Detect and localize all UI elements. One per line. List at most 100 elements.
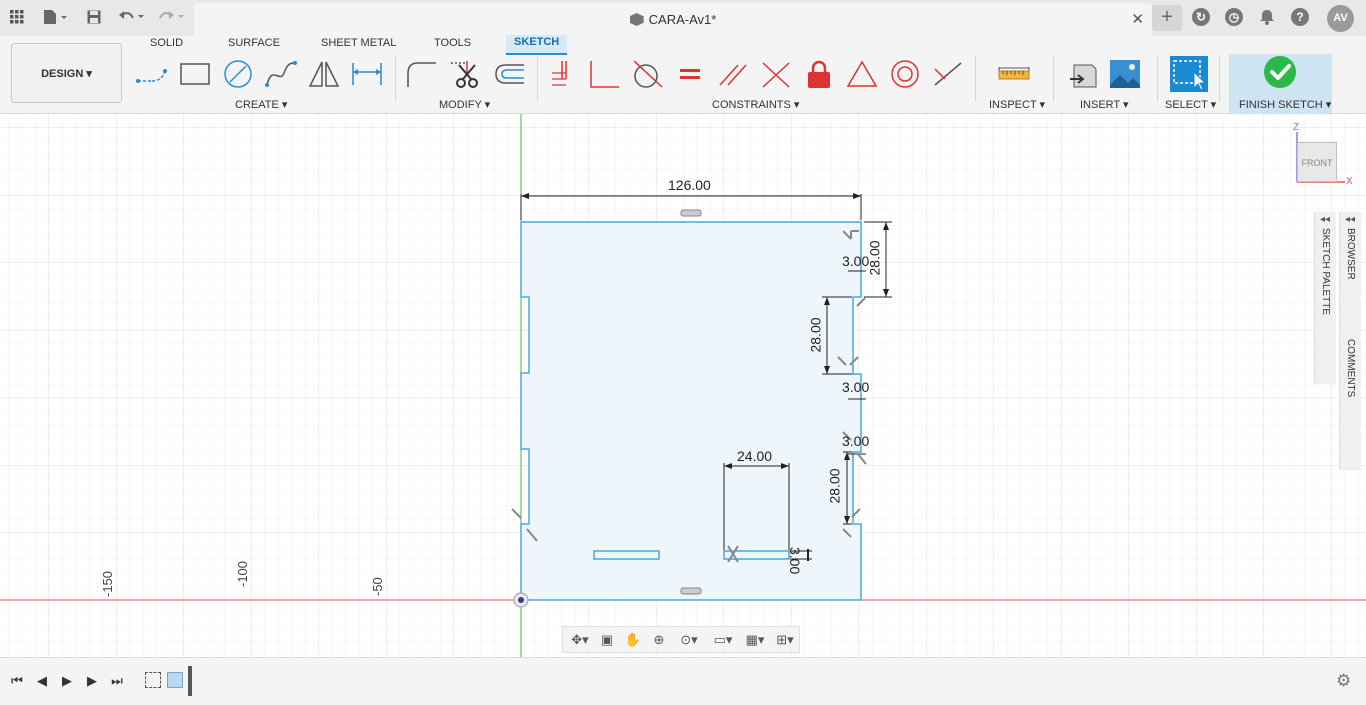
timeline-marker[interactable] — [188, 666, 192, 696]
tab-surface[interactable]: SURFACE — [228, 36, 280, 56]
concentric-constraint-icon[interactable] — [888, 59, 922, 89]
select-tool-icon[interactable] — [1170, 56, 1208, 92]
separator — [395, 56, 396, 102]
width-dimension[interactable]: 126.00 — [668, 177, 711, 193]
rectangle-tool-icon[interactable] — [178, 59, 212, 89]
viewports-icon[interactable]: ⊞▾ — [771, 631, 799, 649]
grid-icon[interactable] — [8, 6, 26, 28]
symmetry-constraint-icon[interactable] — [931, 59, 965, 89]
finish-sketch-button[interactable]: FINISH SKETCH ▾ — [1239, 98, 1331, 111]
midpoint-constraint-icon[interactable] — [759, 59, 793, 89]
measure-tool-icon[interactable] — [997, 59, 1031, 89]
tab-sketch[interactable]: SKETCH — [506, 35, 568, 55]
play-icon[interactable]: ▶ — [58, 672, 76, 690]
perpendicular-constraint-icon[interactable] — [587, 59, 621, 89]
circle-tool-icon[interactable] — [221, 59, 255, 89]
close-tab-icon[interactable]: ✕ — [1131, 10, 1144, 28]
document-cube-icon — [629, 13, 644, 26]
grid-settings-icon[interactable]: ▦▾ — [741, 631, 769, 649]
go-to-start-icon[interactable]: ⏮ — [8, 672, 26, 690]
user-avatar[interactable]: AV — [1327, 5, 1354, 32]
insert-derive-icon[interactable] — [1066, 59, 1100, 89]
display-settings-icon[interactable]: ▭▾ — [709, 631, 737, 649]
timeline: ⏮ ◀ ▶ ▶ ⏭ ⚙ — [0, 657, 1366, 705]
tab-sheet-metal[interactable]: SHEET METAL — [321, 36, 396, 56]
mirror-tool-icon[interactable] — [307, 59, 341, 89]
finish-sketch-check-icon[interactable] — [1264, 56, 1296, 88]
create-menu[interactable]: CREATE ▾ — [235, 98, 287, 111]
timeline-sketch-feature-icon[interactable] — [145, 672, 161, 688]
viewcube-front[interactable]: FRONT — [1297, 142, 1337, 182]
separator — [1157, 56, 1158, 102]
coincident-constraint-icon[interactable] — [544, 59, 578, 89]
browser-label[interactable]: BROWSER — [1345, 228, 1356, 280]
step-forward-icon[interactable]: ▶ — [83, 672, 101, 690]
tangent-constraint-icon[interactable] — [630, 59, 664, 89]
separator — [975, 56, 976, 102]
spline-tool-icon[interactable] — [264, 59, 298, 89]
separator — [537, 56, 538, 102]
navigation-bar: ✥▾ ▣ ✋ ⊕ ⊙▾ ▭▾ ▦▾ ⊞▾ — [562, 626, 800, 653]
viewcube-z-label: Z — [1293, 122, 1300, 133]
slot-width-dimension[interactable]: 24.00 — [737, 448, 772, 464]
insert-image-icon[interactable] — [1108, 59, 1142, 89]
zoom-icon[interactable]: ⊕ — [649, 631, 669, 649]
toolbar: DESIGN ▾ SOLID SURFACE SHEET METAL TOOLS… — [0, 35, 1366, 114]
orbit-icon[interactable]: ✥▾ — [567, 631, 593, 649]
fix-constraint-icon[interactable] — [802, 59, 836, 89]
right-middle-small-dimension[interactable]: 3.00 — [842, 379, 869, 395]
select-menu[interactable]: SELECT ▾ — [1165, 98, 1216, 111]
right-top-small-dimension[interactable]: 3.00 — [842, 253, 869, 269]
help-icon[interactable]: ? — [1291, 8, 1309, 26]
constraints-menu[interactable]: CONSTRAINTS ▾ — [712, 98, 799, 111]
timeline-settings-icon[interactable]: ⚙ — [1336, 671, 1351, 691]
document-title: CARA-Av1* — [648, 12, 717, 27]
sketch-dimension-tool-icon[interactable] — [350, 59, 384, 89]
axis-tick-label: -50 — [370, 577, 385, 596]
document-tab[interactable]: CARA-Av1* ✕ — [194, 3, 1152, 36]
collapse-icon[interactable]: ◂◂ — [1345, 214, 1355, 225]
canvas-grid — [0, 114, 1366, 657]
tab-tools[interactable]: TOOLS — [434, 36, 471, 56]
right-lower-dimension[interactable]: 28.00 — [827, 468, 843, 503]
line-tool-icon[interactable] — [135, 59, 169, 89]
fillet-tool-icon[interactable] — [404, 59, 438, 89]
viewcube-x-label: X — [1346, 176, 1353, 187]
sketch-canvas[interactable]: -150 -100 -50 126.00 28.00 3.00 28.00 3.… — [0, 114, 1366, 657]
extensions-icon[interactable]: ↻ — [1192, 8, 1210, 26]
insert-menu[interactable]: INSERT ▾ — [1080, 98, 1129, 111]
comments-label[interactable]: COMMENTS — [1345, 339, 1356, 397]
step-back-icon[interactable]: ◀ — [33, 672, 51, 690]
modify-menu[interactable]: MODIFY ▾ — [439, 98, 490, 111]
axis-tick-label: -100 — [235, 560, 250, 587]
browser-comments-panel[interactable]: ◂◂ BROWSER COMMENTS — [1339, 212, 1361, 470]
parallel-constraint-icon[interactable] — [716, 59, 750, 89]
fit-icon[interactable]: ⊙▾ — [675, 631, 703, 649]
job-status-icon[interactable]: ◷ — [1225, 8, 1243, 26]
right-lower-small-dimension[interactable]: 3.00 — [842, 433, 869, 449]
right-middle-dimension[interactable]: 28.00 — [808, 317, 824, 352]
new-tab-button[interactable]: + — [1152, 5, 1182, 31]
notifications-icon[interactable] — [1258, 6, 1276, 28]
pan-icon[interactable]: ✋ — [623, 631, 643, 649]
triangle-constraint-icon[interactable] — [845, 59, 879, 89]
save-icon[interactable] — [85, 6, 103, 28]
sketch-palette-label: SKETCH PALETTE — [1320, 228, 1331, 316]
go-to-end-icon[interactable]: ⏭ — [108, 672, 126, 690]
timeline-feature-icon[interactable] — [167, 672, 183, 688]
redo-icon[interactable] — [157, 6, 187, 28]
slot-height-dimension[interactable]: 3.00 — [787, 547, 803, 574]
trim-tool-icon[interactable] — [449, 59, 483, 89]
title-bar: CARA-Av1* ✕ + ↻ ◷ ? AV — [0, 0, 1366, 36]
workspace-switcher-button[interactable]: DESIGN ▾ — [11, 43, 122, 103]
look-at-icon[interactable]: ▣ — [597, 631, 617, 649]
tab-solid[interactable]: SOLID — [150, 36, 183, 56]
equal-constraint-icon[interactable] — [673, 59, 707, 89]
sketch-palette-panel[interactable]: ◂◂ SKETCH PALETTE — [1314, 212, 1336, 384]
inspect-menu[interactable]: INSPECT ▾ — [989, 98, 1045, 111]
separator — [1219, 56, 1220, 102]
collapse-icon[interactable]: ◂◂ — [1320, 214, 1330, 225]
undo-icon[interactable] — [117, 6, 147, 28]
file-icon[interactable] — [40, 6, 70, 28]
offset-tool-icon[interactable] — [492, 59, 526, 89]
